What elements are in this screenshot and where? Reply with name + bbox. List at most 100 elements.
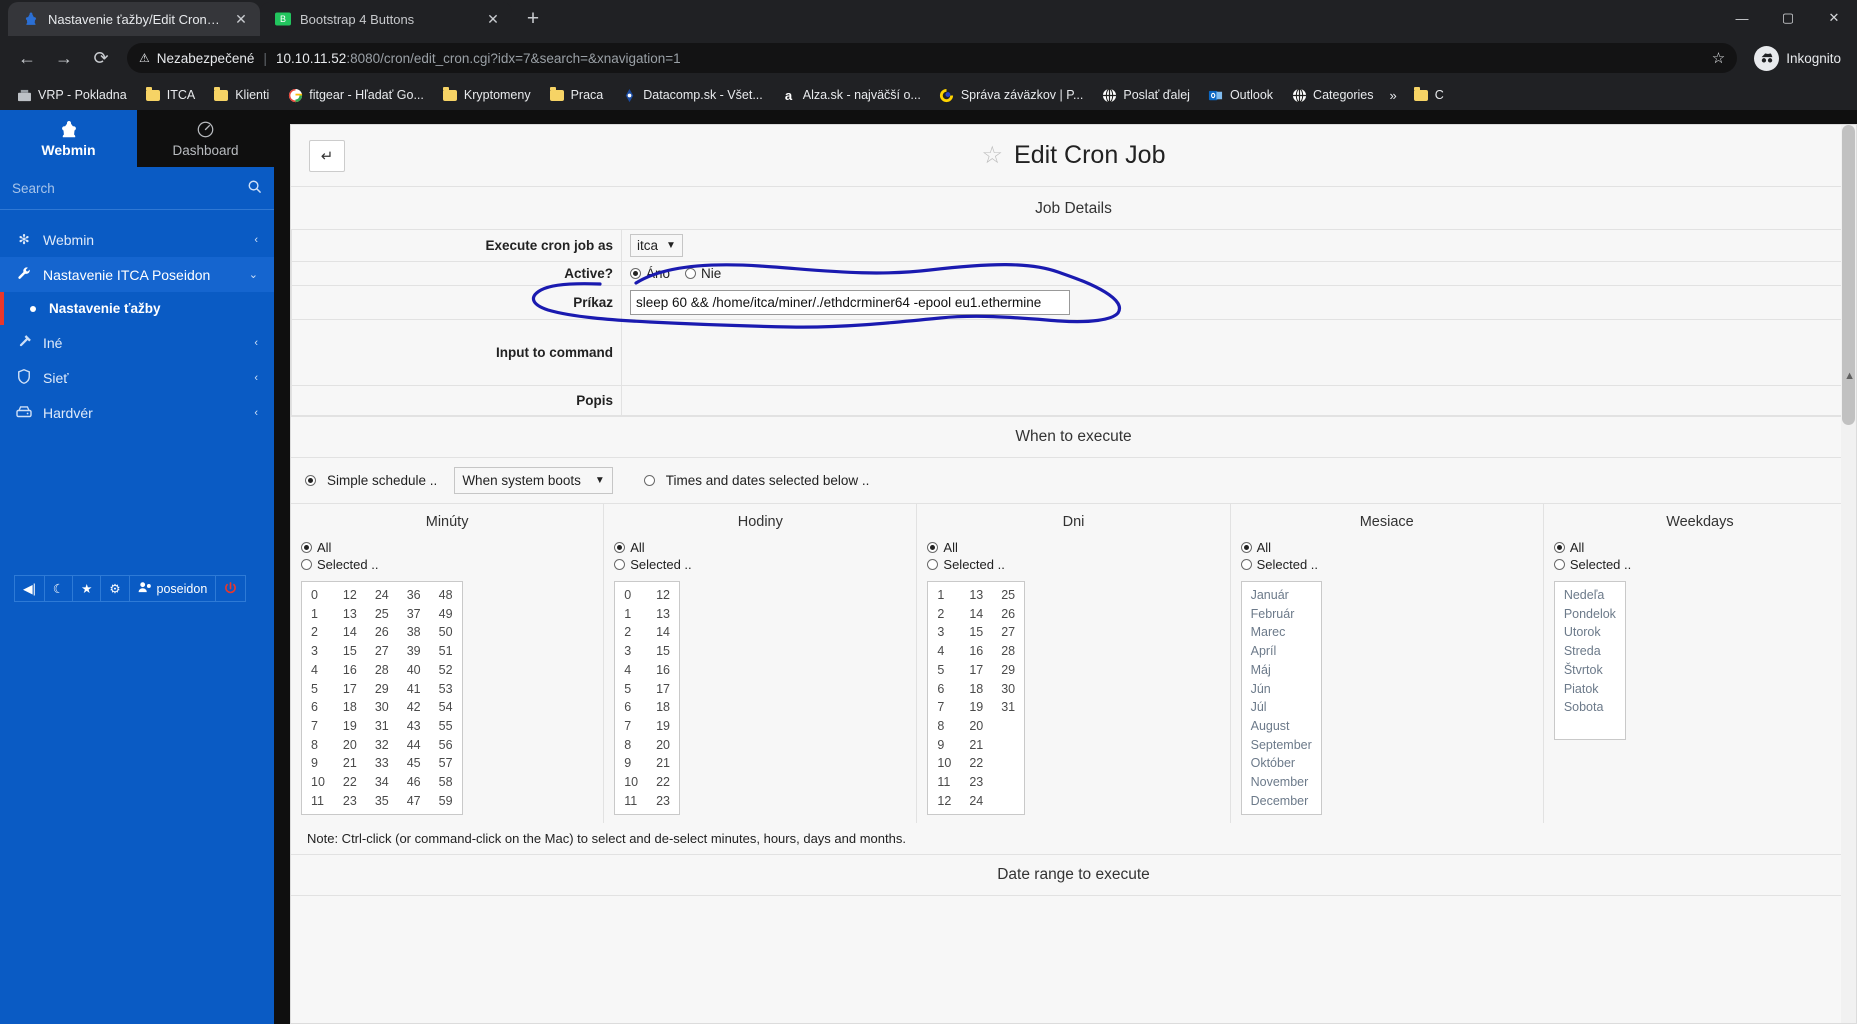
list-item[interactable]: 39 (407, 642, 421, 661)
list-item[interactable]: 40 (407, 661, 421, 680)
list-item[interactable]: 31 (1001, 698, 1015, 717)
list-item[interactable]: 8 (937, 717, 951, 736)
list-item[interactable]: 4 (311, 661, 325, 680)
list-item[interactable]: 37 (407, 605, 421, 624)
list-item[interactable]: 27 (1001, 623, 1015, 642)
list-item[interactable]: 13 (656, 605, 670, 624)
list-item[interactable]: 50 (439, 623, 453, 642)
list-item[interactable]: 53 (439, 680, 453, 699)
list-item[interactable]: 14 (969, 605, 983, 624)
list-item[interactable]: 21 (969, 736, 983, 755)
logout-button[interactable] (215, 575, 247, 602)
list-item[interactable]: 33 (375, 754, 389, 773)
list-item[interactable]: 17 (969, 661, 983, 680)
list-item[interactable]: Júl (1251, 698, 1312, 717)
list-item[interactable]: 30 (1001, 680, 1015, 699)
list-item[interactable]: 10 (937, 754, 951, 773)
bookmark-fitgear[interactable]: fitgear - Hľadať Go... (279, 84, 432, 106)
sidebar-search[interactable] (0, 167, 274, 210)
sidebar-item-siet[interactable]: Sieť ‹ (0, 360, 274, 395)
list-item[interactable]: 11 (937, 773, 951, 792)
list-item[interactable]: Nedeľa (1564, 586, 1616, 605)
list-item[interactable]: 46 (407, 773, 421, 792)
list-item[interactable]: 15 (969, 623, 983, 642)
sidebar-tab-dashboard[interactable]: Dashboard (137, 110, 274, 167)
list-item[interactable]: 25 (375, 605, 389, 624)
list-item[interactable]: 23 (343, 792, 357, 811)
list-item[interactable]: 56 (439, 736, 453, 755)
list-item[interactable]: 9 (937, 736, 951, 755)
list-item[interactable]: 20 (656, 736, 670, 755)
list-item[interactable]: 5 (624, 680, 638, 699)
list-item[interactable]: Apríl (1251, 642, 1312, 661)
bookmark-categories[interactable]: Categories (1283, 84, 1381, 106)
list-item[interactable]: 7 (311, 717, 325, 736)
bookmark-vrp-pokladna[interactable]: VRP - Pokladna (8, 84, 135, 106)
list-item[interactable]: 11 (311, 792, 325, 811)
list-item[interactable]: 36 (407, 586, 421, 605)
list-item[interactable]: 1 (937, 586, 951, 605)
list-item[interactable]: 22 (656, 773, 670, 792)
list-item[interactable]: 26 (1001, 605, 1015, 624)
bookmark-praca[interactable]: Praca (541, 84, 612, 106)
user-button[interactable]: poseidon (128, 575, 217, 602)
execute-as-select[interactable]: itca ▼ (630, 234, 683, 257)
list-item[interactable]: 28 (1001, 642, 1015, 661)
list-item[interactable]: 55 (439, 717, 453, 736)
list-item[interactable]: 11 (624, 792, 638, 811)
list-item[interactable]: Sobota (1564, 698, 1616, 717)
list-item[interactable]: 45 (407, 754, 421, 773)
list-item[interactable]: 23 (656, 792, 670, 811)
list-item[interactable]: 52 (439, 661, 453, 680)
days-all-radio[interactable]: All (917, 539, 1229, 556)
sidebar-item-hardver[interactable]: Hardvér ‹ (0, 395, 274, 430)
address-bar[interactable]: ⚠ Nezabezpečené | 10.10.11.52:8080/cron/… (127, 43, 1738, 73)
sidebar-subitem-nastavenie-tazby[interactable]: Nastavenie ťažby (0, 292, 274, 325)
list-item[interactable]: 28 (375, 661, 389, 680)
boot-schedule-select[interactable]: When system boots ▼ (454, 467, 613, 494)
list-item[interactable]: 27 (375, 642, 389, 661)
times-dates-radio[interactable]: Times and dates selected below .. (643, 473, 869, 488)
list-item[interactable]: 12 (937, 792, 951, 811)
list-item[interactable]: Štvrtok (1564, 661, 1616, 680)
scroll-up-icon[interactable]: ▲ (1844, 370, 1855, 382)
maximize-button[interactable]: ▢ (1765, 0, 1811, 36)
list-item[interactable]: Streda (1564, 642, 1616, 661)
minutes-selected-radio[interactable]: Selected .. (291, 556, 603, 573)
theme-config-gear-icon[interactable]: ⚙ (100, 575, 130, 602)
simple-schedule-radio[interactable]: Simple schedule .. (305, 473, 437, 488)
list-item[interactable]: 17 (343, 680, 357, 699)
list-item[interactable]: 17 (656, 680, 670, 699)
list-item[interactable]: 58 (439, 773, 453, 792)
list-item[interactable]: 26 (375, 623, 389, 642)
days-selected-radio[interactable]: Selected .. (917, 556, 1229, 573)
list-item[interactable]: 9 (311, 754, 325, 773)
list-item[interactable]: 48 (439, 586, 453, 605)
list-item[interactable]: November (1251, 773, 1312, 792)
list-item[interactable]: 5 (311, 680, 325, 699)
list-item[interactable]: 8 (624, 736, 638, 755)
hours-listbox[interactable]: 0 1 2 3 4 5 6 7 8 9 10 11 12 13 14 15 16 17 18 19 20 21 22 23 (614, 581, 681, 816)
list-item[interactable]: 41 (407, 680, 421, 699)
list-item[interactable]: 12 (656, 586, 670, 605)
list-item[interactable]: 57 (439, 754, 453, 773)
favorite-star-icon[interactable]: ☆ (982, 141, 1004, 170)
list-item[interactable]: 1 (311, 605, 325, 624)
list-item[interactable]: 16 (969, 642, 983, 661)
weekdays-selected-radio[interactable]: Selected .. (1544, 556, 1856, 573)
months-selected-radio[interactable]: Selected .. (1231, 556, 1543, 573)
hours-all-radio[interactable]: All (604, 539, 916, 556)
list-item[interactable]: 38 (407, 623, 421, 642)
list-item[interactable]: 21 (656, 754, 670, 773)
list-item[interactable]: 10 (624, 773, 638, 792)
list-item[interactable]: 19 (656, 717, 670, 736)
list-item[interactable]: 43 (407, 717, 421, 736)
list-item[interactable]: 54 (439, 698, 453, 717)
list-item[interactable]: 2 (937, 605, 951, 624)
bookmark-star-icon[interactable]: ☆ (1704, 49, 1725, 67)
bookmark-trailing-folder[interactable]: C (1405, 84, 1452, 106)
minutes-listbox[interactable]: 0 1 2 3 4 5 6 7 8 9 10 11 12 13 14 15 16 17 18 19 20 21 22 23 … (301, 581, 463, 816)
list-item[interactable]: 22 (969, 754, 983, 773)
list-item[interactable]: 25 (1001, 586, 1015, 605)
weekdays-listbox[interactable]: Nedeľa Pondelok Utorok Streda Štvrtok Piatok S… (1553, 581, 1626, 740)
